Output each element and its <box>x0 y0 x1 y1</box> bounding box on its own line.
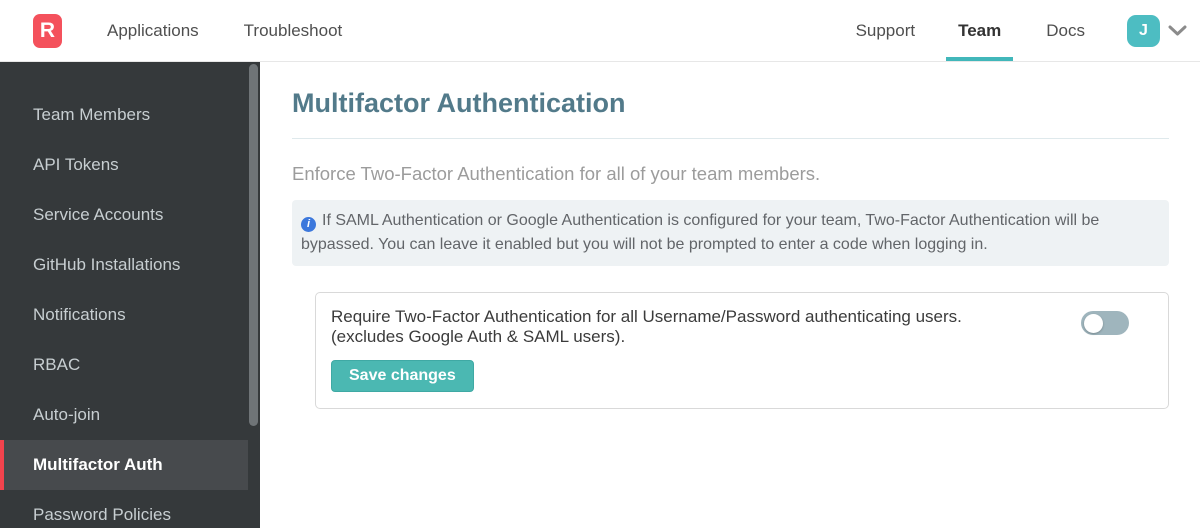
app-logo-letter: R <box>39 18 56 42</box>
main-content: Multifactor Authentication Enforce Two-F… <box>260 62 1200 528</box>
nav-support[interactable]: Support <box>856 0 916 62</box>
settings-sidebar: Team Members API Tokens Service Accounts… <box>0 62 260 528</box>
two-factor-toggle[interactable] <box>1081 311 1129 335</box>
sidebar-item-github-installations[interactable]: GitHub Installations <box>0 240 248 290</box>
sidebar-item-label: Multifactor Auth <box>33 455 163 474</box>
nav-troubleshoot[interactable]: Troubleshoot <box>244 0 343 62</box>
toggle-knob <box>1083 313 1103 333</box>
save-changes-button[interactable]: Save changes <box>331 360 474 392</box>
title-divider <box>292 138 1169 139</box>
sidebar-item-label: Auto-join <box>33 405 101 424</box>
nav-troubleshoot-label: Troubleshoot <box>243 20 343 40</box>
sidebar-item-rbac[interactable]: RBAC <box>0 340 248 390</box>
info-icon-glyph: i <box>306 218 311 230</box>
sidebar-item-team-members[interactable]: Team Members <box>0 90 248 140</box>
sidebar-item-api-tokens[interactable]: API Tokens <box>0 140 248 190</box>
sidebar-item-notifications[interactable]: Notifications <box>0 290 248 340</box>
sidebar-item-label: Password Policies <box>33 505 171 524</box>
info-icon: i <box>301 216 316 232</box>
nav-applications[interactable]: Applications <box>107 0 199 62</box>
app-root: R Applications Troubleshoot Support Team… <box>0 0 1200 528</box>
page-description: Enforce Two-Factor Authentication for al… <box>292 163 821 184</box>
nav-team-label: Team <box>958 20 1002 40</box>
sidebar-item-label: RBAC <box>33 355 81 374</box>
top-nav-bar: R Applications Troubleshoot Support Team… <box>0 0 1200 62</box>
sidebar-item-label: Service Accounts <box>33 205 164 224</box>
sidebar-item-password-policies[interactable]: Password Policies <box>0 490 248 528</box>
avatar[interactable]: J <box>1127 14 1160 47</box>
primary-nav: Applications Troubleshoot <box>62 0 342 62</box>
setting-label-line2: (excludes Google Auth & SAML users). <box>331 327 626 346</box>
setting-label-line1: Require Two-Factor Authentication for al… <box>331 307 962 326</box>
nav-docs[interactable]: Docs <box>1046 0 1085 62</box>
sidebar-item-auto-join[interactable]: Auto-join <box>0 390 248 440</box>
sidebar-item-label: Notifications <box>33 305 126 324</box>
sidebar-item-multifactor-auth[interactable]: Multifactor Auth <box>0 440 248 490</box>
nav-docs-label: Docs <box>1046 20 1085 40</box>
secondary-nav: Support Team Docs J <box>856 0 1200 62</box>
sidebar-item-service-accounts[interactable]: Service Accounts <box>0 190 248 240</box>
sidebar-scrollbar[interactable] <box>249 64 258 426</box>
nav-support-label: Support <box>855 20 916 40</box>
app-logo[interactable]: R <box>33 13 62 48</box>
page-title: Multifactor Authentication <box>292 88 626 118</box>
chevron-down-icon[interactable] <box>1168 25 1187 37</box>
sidebar-item-label: Team Members <box>33 105 151 124</box>
sidebar-item-label: GitHub Installations <box>33 255 181 274</box>
info-note: i If SAML Authentication or Google Authe… <box>292 200 1169 266</box>
info-note-text: If SAML Authentication or Google Authent… <box>301 212 1100 253</box>
nav-team[interactable]: Team <box>946 0 1014 62</box>
sidebar-menu: Team Members API Tokens Service Accounts… <box>0 62 248 528</box>
avatar-initial: J <box>1139 21 1148 39</box>
active-tab-underline <box>946 56 1014 61</box>
sidebar-item-label: API Tokens <box>33 155 119 174</box>
nav-applications-label: Applications <box>107 20 199 40</box>
two-factor-setting-card: Require Two-Factor Authentication for al… <box>315 292 1169 409</box>
